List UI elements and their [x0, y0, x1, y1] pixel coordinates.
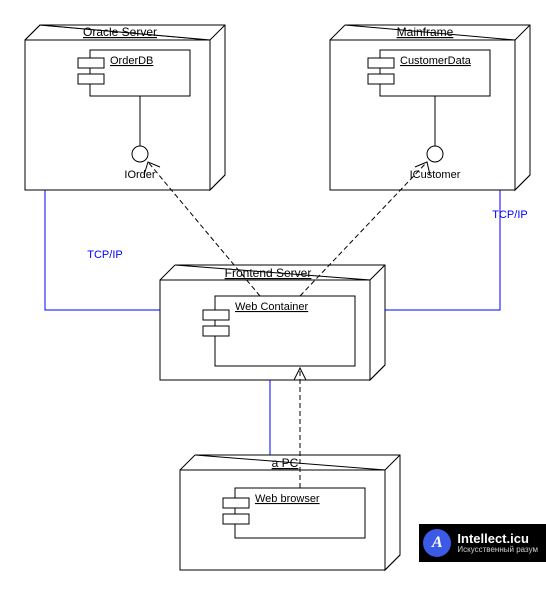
- link-mainframe-frontend: TCP/IP: [385, 190, 528, 310]
- protocol-label: TCP/IP: [492, 209, 527, 221]
- protocol-label: TCP/IP: [87, 249, 122, 261]
- node-title: Frontend Server: [225, 266, 312, 280]
- watermark-subtitle: Искусственный разум: [457, 545, 538, 554]
- interface-label: ICustomer: [410, 169, 461, 181]
- watermark: A Intellect.icu Искусственный разум: [419, 524, 546, 562]
- interface-label: IOrder: [124, 169, 156, 181]
- component-web-browser: Web browser: [223, 488, 365, 538]
- component-web-container: Web Container: [203, 296, 355, 366]
- node-pc: a PC Web browser: [180, 455, 400, 570]
- node-title: Oracle Server: [83, 25, 157, 39]
- link-oracle-frontend: TCP/IP: [45, 190, 160, 310]
- interface-icustomer-circle: [427, 146, 443, 162]
- node-title: a PC: [272, 456, 299, 470]
- component-label: OrderDB: [110, 55, 153, 67]
- node-mainframe: Mainframe CustomerData ICustomer: [330, 25, 530, 190]
- component-label: Web browser: [255, 493, 320, 505]
- component-orderdb: OrderDB: [78, 50, 190, 96]
- watermark-logo-icon: A: [423, 529, 451, 557]
- node-title: Mainframe: [397, 25, 454, 39]
- node-frontend-server: Frontend Server Web Container: [160, 265, 385, 380]
- component-label: Web Container: [235, 301, 309, 313]
- watermark-title: Intellect.icu: [457, 532, 538, 545]
- interface-iorder-circle: [132, 146, 148, 162]
- component-label: CustomerData: [400, 55, 472, 67]
- node-oracle-server: Oracle Server OrderDB IOrder: [25, 25, 225, 190]
- component-customerdata: CustomerData: [368, 50, 490, 96]
